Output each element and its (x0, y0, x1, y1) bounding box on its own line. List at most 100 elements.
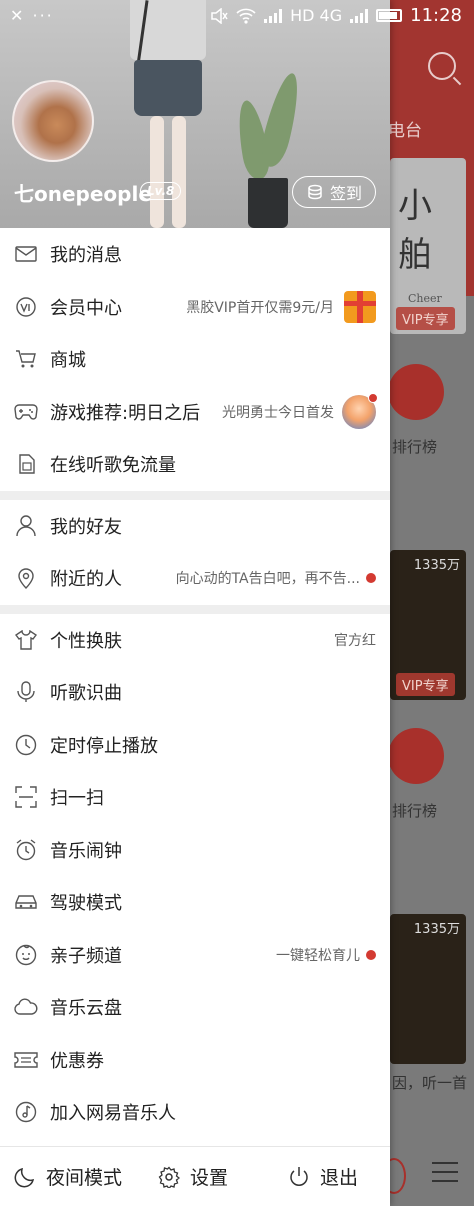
background-playlist-card: 1335万 VIP专享 (390, 550, 466, 700)
menu-item-song-recognition[interactable]: 听歌识曲 (0, 666, 390, 719)
menu-item-game-recommend[interactable]: 游戏推荐:明日之后 光明勇士今日首发 (0, 386, 390, 439)
vip-badge: VIP专享 (396, 673, 455, 696)
header-illustration (134, 60, 202, 116)
gear-icon (158, 1166, 180, 1188)
plant-illustration (256, 70, 306, 170)
profile-header: 七onepeople Lv.8 签到 (0, 0, 390, 228)
location-icon (14, 566, 38, 590)
menu-item-driving-mode[interactable]: 驾驶模式 (0, 876, 390, 929)
exit-button[interactable]: 退出 (288, 1163, 358, 1190)
menu-item-messages[interactable]: 我的消息 (0, 228, 390, 281)
menu-item-skin[interactable]: 个性换肤 官方红 (0, 614, 390, 667)
menu-label: 扫一扫 (50, 788, 104, 810)
mute-icon (210, 7, 228, 24)
menu-label: 音乐闹钟 (50, 840, 122, 862)
menu-item-cloud-drive[interactable]: 音乐云盘 (0, 981, 390, 1034)
menu-label: 附近的人 (50, 569, 122, 591)
menu-item-sleep-timer[interactable]: 定时停止播放 (0, 719, 390, 772)
section-divider (0, 604, 390, 614)
menu-item-free-data[interactable]: 在线听歌免流量 (0, 438, 390, 491)
menu-group-social: 我的好友 附近的人 向心动的TA告白吧，再不告... (0, 500, 390, 605)
menu-item-join-musician[interactable]: 加入网易音乐人 (0, 1086, 390, 1139)
alarm-icon (14, 838, 38, 862)
checkin-button[interactable]: 签到 (292, 176, 376, 208)
menu-item-store[interactable]: 商城 (0, 333, 390, 386)
status-left-icons: ✕ ··· (10, 6, 54, 25)
menu-label: 个性换肤 (50, 630, 122, 652)
menu-group-tools: 个性换肤 官方红 听歌识曲 定时停止播放 扫一扫 音乐闹钟 驾驶模式 亲子频道 … (0, 614, 390, 1139)
tshirt-icon (14, 628, 38, 652)
play-count: 1335万 (413, 558, 460, 573)
card-art-caption: Cheer (408, 292, 442, 305)
menu-item-scan[interactable]: 扫一扫 (0, 771, 390, 824)
level-badge: Lv.8 (140, 182, 182, 200)
background-playlist-card: 小 舶 Cheer VIP专享 (390, 158, 466, 334)
night-mode-button[interactable]: 夜间模式 (14, 1163, 122, 1190)
clock-icon (14, 733, 38, 757)
menu-label: 在线听歌免流量 (50, 455, 176, 477)
mail-icon (14, 242, 38, 266)
rank-icon (388, 364, 444, 420)
gamepad-icon (14, 400, 38, 424)
plant-illustration (248, 178, 288, 228)
car-icon (14, 890, 38, 914)
menu-item-kids-channel[interactable]: 亲子频道 一键轻松育儿 (0, 929, 390, 982)
menu-label: 亲子频道 (50, 945, 122, 967)
status-bar: ✕ ··· HD 4G 11:28 (0, 0, 474, 32)
menu-item-friends[interactable]: 我的好友 (0, 500, 390, 553)
menu-item-coupons[interactable]: 优惠券 (0, 1034, 390, 1087)
menu-label: 驾驶模式 (50, 893, 122, 915)
menu-item-nearby[interactable]: 附近的人 向心动的TA告白吧，再不告... (0, 552, 390, 605)
search-icon (428, 52, 456, 80)
gift-icon (344, 290, 376, 323)
signal-icon (350, 8, 369, 23)
vip-icon (14, 295, 38, 319)
card-art-text: 小 舶 (398, 186, 432, 275)
night-mode-label: 夜间模式 (46, 1167, 123, 1189)
signal-icon (264, 8, 283, 23)
wifi-icon (236, 8, 256, 24)
notification-dot (366, 573, 376, 584)
menu-label: 音乐云盘 (50, 998, 122, 1020)
menu-item-alarm[interactable]: 音乐闹钟 (0, 824, 390, 877)
menu-label: 优惠券 (50, 1050, 104, 1072)
power-icon (288, 1166, 310, 1188)
menu-label: 游戏推荐:明日之后 (50, 402, 201, 424)
menu-label: 加入网易音乐人 (50, 1103, 176, 1125)
microphone-icon (14, 680, 38, 704)
menu-label: 听歌识曲 (50, 683, 122, 705)
background-snippet: 因，听一首 (392, 1074, 468, 1092)
play-count: 1335万 (413, 922, 460, 937)
clock-time: 11:28 (410, 5, 462, 26)
background-playlist-card: 1335万 (390, 914, 466, 1064)
settings-button[interactable]: 设置 (158, 1163, 228, 1190)
notification-dot (368, 392, 378, 403)
coupon-icon (14, 1048, 38, 1072)
menu-label: 会员中心 (50, 297, 122, 319)
baby-icon (14, 943, 38, 967)
menu-label: 商城 (50, 350, 86, 372)
user-icon (14, 514, 38, 538)
vip-badge: VIP专享 (396, 307, 455, 330)
exit-label: 退出 (320, 1167, 359, 1189)
checkin-label: 签到 (329, 184, 362, 203)
menu-extra-text: 向心动的TA告白吧，再不告... (175, 571, 360, 588)
username[interactable]: 七onepeople (14, 178, 152, 207)
moon-icon (14, 1166, 36, 1188)
music-note-icon (14, 1100, 38, 1124)
menu-label: 定时停止播放 (50, 735, 158, 757)
background-tab-radio: 电台 (388, 121, 422, 141)
network-type: HD 4G (290, 6, 343, 25)
battery-icon (376, 9, 403, 22)
sim-card-icon (14, 452, 38, 476)
menu-extra-text: 黑胶VIP首开仅需9元/月 (186, 299, 334, 316)
notification-dot (366, 949, 376, 960)
cloud-icon (14, 995, 38, 1019)
menu-extra-text: 光明勇士今日首发 (222, 404, 334, 421)
menu-extra-text: 一键轻松育儿 (276, 947, 360, 964)
header-illustration (150, 116, 164, 228)
game-avatar-icon (342, 392, 378, 429)
avatar[interactable] (12, 80, 94, 162)
playlist-icon (432, 1162, 458, 1184)
menu-item-vip-center[interactable]: 会员中心 黑胶VIP首开仅需9元/月 (0, 281, 390, 334)
